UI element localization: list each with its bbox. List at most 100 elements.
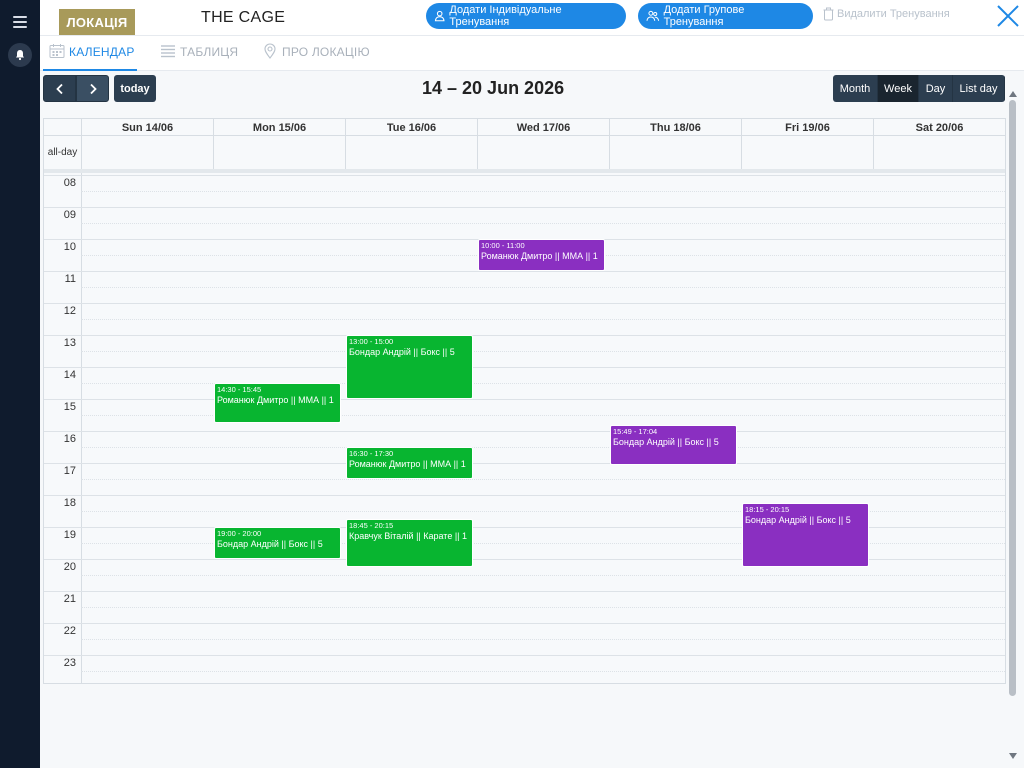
day-header: Tue 16/06 xyxy=(345,119,477,136)
event-title: Романюк Дмитро || ММА || 1 xyxy=(349,459,466,469)
hour-label: 15 xyxy=(63,401,76,413)
hour-label: 16 xyxy=(63,433,76,445)
event-time: 13:00 - 15:00 xyxy=(349,337,394,346)
today-button[interactable]: today xyxy=(114,75,156,102)
view-switcher: Month Week Day List day xyxy=(833,75,1005,102)
view-list-day-button[interactable]: List day xyxy=(953,75,1005,102)
day-header: Mon 15/06 xyxy=(213,119,345,136)
event-title: Романюк Дмитро || ММА || 1 xyxy=(217,395,334,405)
hour-line xyxy=(44,463,1005,464)
calendar-event[interactable]: 18:15 - 20:15 Бондар Андрій || Бокс || 5 xyxy=(742,503,869,567)
view-week-button[interactable]: Week xyxy=(878,75,919,102)
scroll-down-icon[interactable] xyxy=(1008,752,1018,760)
add-group-training-button[interactable]: Додати Групове Тренування xyxy=(638,3,813,29)
hour-line xyxy=(44,207,1005,208)
half-hour-line xyxy=(81,319,1005,320)
tab-about-location-label: ПРО ЛОКАЦІЮ xyxy=(282,45,370,59)
day-header: Thu 18/06 xyxy=(609,119,741,136)
hour-label: 20 xyxy=(63,561,76,573)
hour-label: 17 xyxy=(63,465,76,477)
all-day-cell[interactable] xyxy=(477,136,609,169)
hour-line xyxy=(44,591,1005,592)
all-day-cell[interactable] xyxy=(345,136,477,169)
tab-table[interactable]: ТАБЛИЦЯ xyxy=(160,45,238,71)
chevron-right-icon xyxy=(89,83,97,94)
day-header: Wed 17/06 xyxy=(477,119,609,136)
table-icon xyxy=(161,45,175,58)
all-day-divider xyxy=(44,169,1005,173)
event-title: Бондар Андрій || Бокс || 5 xyxy=(217,539,323,549)
half-hour-line xyxy=(81,287,1005,288)
tab-calendar[interactable]: КАЛЕНДАР xyxy=(43,44,137,71)
add-individual-training-button[interactable]: Додати Індивідуальне Тренування xyxy=(426,3,626,29)
event-title: Бондар Андрій || Бокс || 5 xyxy=(349,347,455,357)
tab-about-location[interactable]: ПРО ЛОКАЦІЮ xyxy=(262,43,370,71)
all-day-row: all-day xyxy=(44,136,1005,169)
calendar-event[interactable]: 13:00 - 15:00 Бондар Андрій || Бокс || 5 xyxy=(346,335,473,399)
half-hour-line xyxy=(81,671,1005,672)
calendar-icon xyxy=(49,44,65,58)
chevron-left-icon xyxy=(55,83,63,94)
hour-label: 14 xyxy=(63,369,76,381)
prev-next-group xyxy=(43,75,109,102)
all-day-cell[interactable] xyxy=(81,136,213,169)
group-icon xyxy=(646,10,660,21)
tab-calendar-label: КАЛЕНДАР xyxy=(69,45,135,59)
week-grid: Sun 14/06 Mon 15/06 Tue 16/06 Wed 17/06 Thu … xyxy=(43,118,1006,684)
all-day-cell[interactable] xyxy=(609,136,741,169)
event-title: Бондар Андрій || Бокс || 5 xyxy=(613,437,719,448)
event-title: Бондар Андрій || Бокс || 5 xyxy=(745,515,851,525)
calendar-event[interactable]: 19:00 - 20:00 Бондар Андрій || Бокс || 5 xyxy=(214,527,341,559)
location-badge: ЛОКАЦІЯ xyxy=(59,9,135,35)
calendar-event[interactable]: 15:49 - 17:04 Бондар Андрій || Бокс || 5 xyxy=(610,425,737,466)
all-day-label: all-day xyxy=(47,147,78,158)
calendar-scrollbar[interactable] xyxy=(1008,90,1018,768)
all-day-cell[interactable] xyxy=(873,136,1005,169)
close-icon[interactable] xyxy=(995,3,1021,29)
calendar-event[interactable]: 16:30 - 17:30 Романюк Дмитро || ММА || 1 xyxy=(346,447,473,479)
calendar-event[interactable]: 18:45 - 20:15 Кравчук Віталій || Карате |… xyxy=(346,519,473,567)
all-day-cell[interactable] xyxy=(741,136,873,169)
tab-table-label: ТАБЛИЦЯ xyxy=(180,45,239,59)
scroll-up-icon[interactable] xyxy=(1008,90,1018,98)
event-time: 15:49 - 17:04 xyxy=(613,427,658,437)
day-header: Sun 14/06 xyxy=(81,119,213,136)
next-week-button[interactable] xyxy=(76,75,109,102)
hour-label: 10 xyxy=(63,241,76,253)
event-time: 16:30 - 17:30 xyxy=(349,449,394,458)
event-time: 18:15 - 20:15 xyxy=(745,505,790,514)
half-hour-line xyxy=(81,575,1005,576)
hamburger-icon[interactable] xyxy=(13,16,27,28)
event-time: 10:00 - 11:00 xyxy=(481,241,525,250)
add-individual-training-label: Додати Індивідуальне Тренування xyxy=(449,4,562,28)
day-header: Fri 19/06 xyxy=(741,119,873,136)
hour-line xyxy=(44,495,1005,496)
hour-label: 18 xyxy=(63,497,76,509)
day-header-row: Sun 14/06 Mon 15/06 Tue 16/06 Wed 17/06 Thu … xyxy=(44,119,1005,136)
calendar-event[interactable]: 14:30 - 15:45 Романюк Дмитро || ММА || 1 xyxy=(214,383,341,423)
prev-week-button[interactable] xyxy=(43,75,76,102)
calendar-panel: today 14 – 20 Jun 2026 Month Week Day Li… xyxy=(40,71,1024,768)
event-time: 18:45 - 20:15 xyxy=(349,521,394,530)
hour-label: 21 xyxy=(63,593,76,605)
view-month-button[interactable]: Month xyxy=(833,75,878,102)
half-hour-line xyxy=(81,479,1005,480)
view-day-button[interactable]: Day xyxy=(919,75,953,102)
hour-label: 09 xyxy=(63,209,76,221)
calendar-event[interactable]: 10:00 - 11:00 Романюк Дмитро || ММА || 1 xyxy=(478,239,605,271)
all-day-cell[interactable] xyxy=(213,136,345,169)
hour-label: 11 xyxy=(64,273,76,285)
hour-line xyxy=(44,399,1005,400)
hour-label: 23 xyxy=(63,657,76,669)
section-tabs: КАЛЕНДАР ТАБЛИЦЯ ПРО ЛОКАЦІЮ xyxy=(40,37,1024,71)
hour-label: 12 xyxy=(63,305,76,317)
day-header: Sat 20/06 xyxy=(873,119,1005,136)
bell-icon[interactable] xyxy=(8,43,32,67)
half-hour-line xyxy=(81,447,1005,448)
scrollbar-thumb[interactable] xyxy=(1009,100,1016,696)
half-hour-line xyxy=(81,639,1005,640)
half-hour-line xyxy=(81,351,1005,352)
hour-line xyxy=(44,431,1005,432)
half-hour-line xyxy=(81,191,1005,192)
delete-training-button[interactable]: Видалити Тренування xyxy=(823,7,950,21)
